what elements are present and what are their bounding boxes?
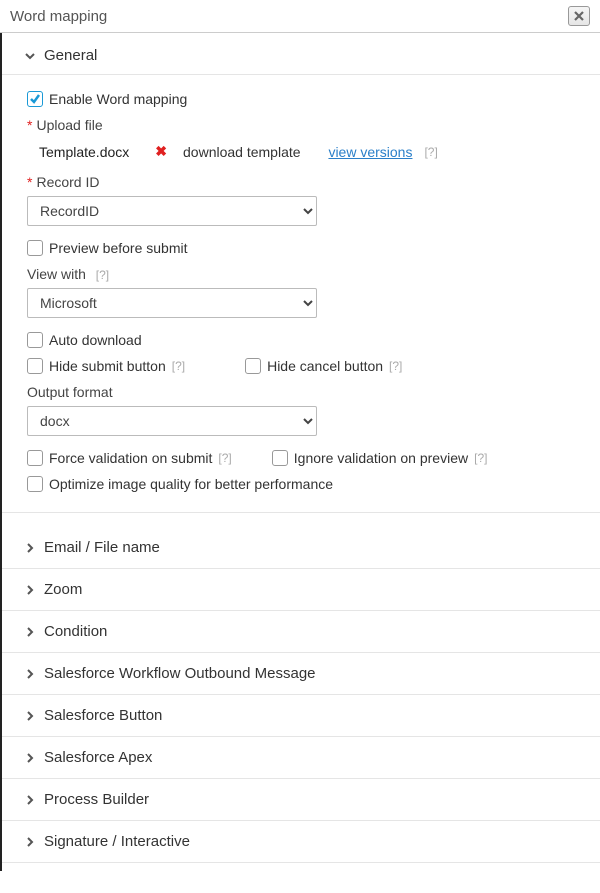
auto-download-checkbox[interactable] [27,332,43,348]
panel: General Enable Word mapping *Upload file… [0,33,600,871]
section-title: Condition [44,623,107,640]
help-icon[interactable]: [?] [96,268,109,282]
chevron-right-icon [24,626,36,638]
help-icon[interactable]: [?] [172,359,185,373]
view-with-label: View with [?] [27,266,580,282]
hide-cancel-label[interactable]: Hide cancel button [267,358,383,374]
chevron-right-icon [24,710,36,722]
enable-checkbox[interactable] [27,91,43,107]
section-header-sf-workflow[interactable]: Salesforce Workflow Outbound Message [2,653,600,695]
preview-checkbox[interactable] [27,240,43,256]
section-header-email[interactable]: Email / File name [2,527,600,569]
section-title: Process Builder [44,791,149,808]
hide-cancel-checkbox[interactable] [245,358,261,374]
help-icon[interactable]: [?] [218,451,231,465]
hide-submit-label[interactable]: Hide submit button [49,358,166,374]
remove-file-icon[interactable]: ✖ [155,143,167,160]
optimize-checkbox[interactable] [27,476,43,492]
upload-file-row: Template.docx ✖ download template view v… [27,139,580,166]
hide-buttons-row: Hide submit button [?] Hide cancel butto… [27,358,580,374]
force-validation-checkbox[interactable] [27,450,43,466]
section-title: Email / File name [44,539,160,556]
section-title: Zoom [44,581,82,598]
preview-label[interactable]: Preview before submit [49,240,188,256]
section-header-zoom[interactable]: Zoom [2,569,600,611]
required-marker: * [27,117,32,133]
record-id-label: *Record ID [27,174,580,190]
close-icon [574,8,584,24]
help-icon[interactable]: [?] [424,145,437,159]
section-header-process-builder[interactable]: Process Builder [2,779,600,821]
upload-file-label: *Upload file [27,117,580,133]
close-button[interactable] [568,6,590,26]
section-title: Signature / Interactive [44,833,190,850]
titlebar: Word mapping [0,0,600,33]
enable-row: Enable Word mapping [27,91,580,107]
optimize-row: Optimize image quality for better perfor… [27,476,580,492]
output-format-select[interactable]: docx [27,406,317,436]
download-template-link[interactable]: download template [183,144,301,160]
auto-download-row: Auto download [27,332,580,348]
force-validation-label[interactable]: Force validation on submit [49,450,212,466]
view-with-select[interactable]: Microsoft [27,288,317,318]
ignore-validation-label[interactable]: Ignore validation on preview [294,450,468,466]
chevron-right-icon [24,794,36,806]
dialog-title: Word mapping [10,8,107,25]
section-title: Salesforce Apex [44,749,152,766]
chevron-right-icon [24,668,36,680]
required-marker: * [27,174,32,190]
section-title: Salesforce Workflow Outbound Message [44,665,316,682]
help-icon[interactable]: [?] [389,359,402,373]
section-header-sf-apex[interactable]: Salesforce Apex [2,737,600,779]
record-id-select[interactable]: RecordID [27,196,317,226]
help-icon[interactable]: [?] [474,451,487,465]
preview-row: Preview before submit [27,240,580,256]
view-versions-link[interactable]: view versions [328,144,412,160]
chevron-right-icon [24,752,36,764]
section-title: General [44,47,97,64]
section-title: Salesforce Button [44,707,162,724]
chevron-right-icon [24,836,36,848]
validation-row: Force validation on submit [?] Ignore va… [27,450,580,466]
hide-submit-checkbox[interactable] [27,358,43,374]
chevron-right-icon [24,584,36,596]
chevron-down-icon [24,50,36,62]
collapsed-sections: Email / File name Zoom Condition Salesfo… [2,527,600,863]
output-format-label: Output format [27,384,580,400]
ignore-validation-checkbox[interactable] [272,450,288,466]
auto-download-label[interactable]: Auto download [49,332,142,348]
section-body-general: Enable Word mapping *Upload file Templat… [2,75,600,513]
section-header-general[interactable]: General [2,33,600,75]
section-header-condition[interactable]: Condition [2,611,600,653]
enable-label[interactable]: Enable Word mapping [49,91,187,107]
section-header-sf-button[interactable]: Salesforce Button [2,695,600,737]
chevron-right-icon [24,542,36,554]
filename: Template.docx [39,144,129,160]
optimize-label[interactable]: Optimize image quality for better perfor… [49,476,333,492]
section-header-signature[interactable]: Signature / Interactive [2,821,600,863]
